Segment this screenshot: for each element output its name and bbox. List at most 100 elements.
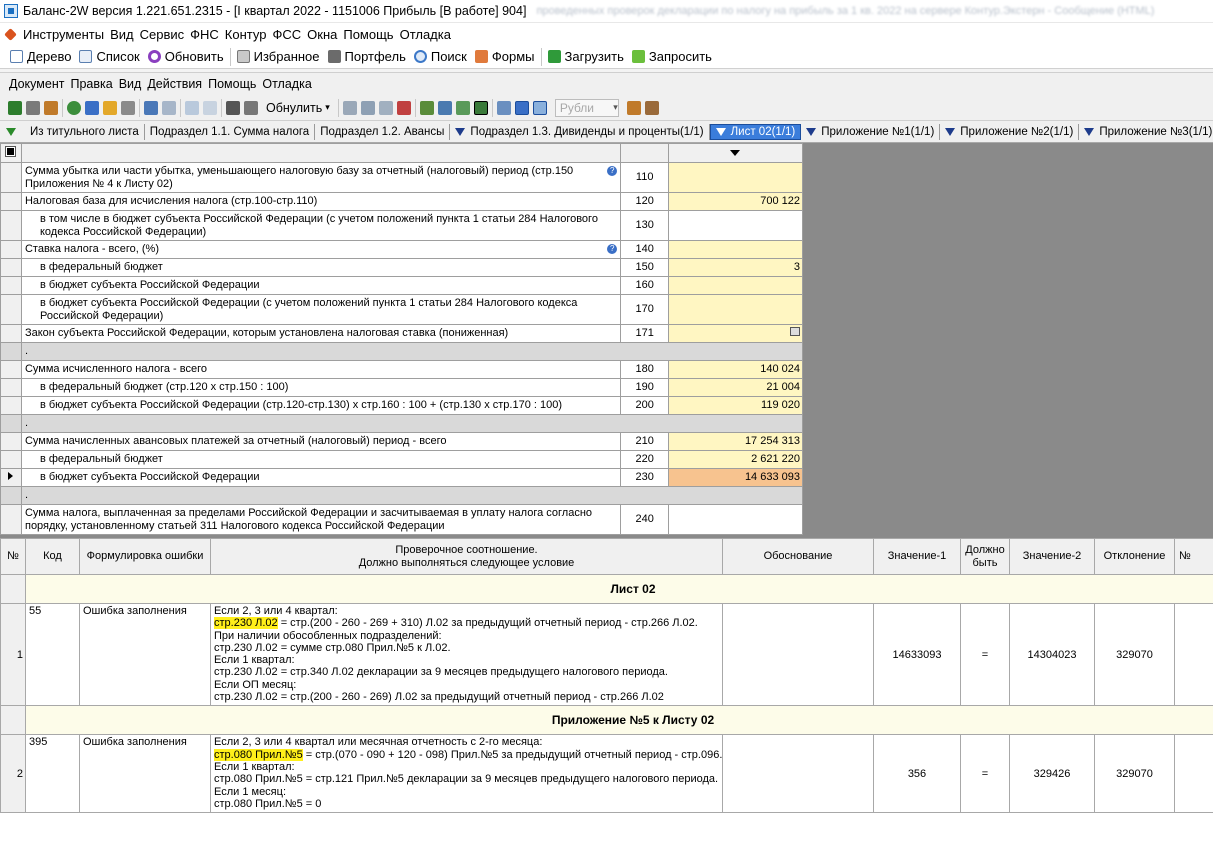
col-value-2[interactable]: Значение-2 [1009,538,1095,575]
col-error-text[interactable]: Формулировка ошибки [79,538,211,575]
row-value-field[interactable] [668,276,803,295]
row-header[interactable] [0,504,22,535]
undo-icon[interactable] [144,100,158,115]
row-value-field[interactable]: 700 122 [668,192,803,211]
filter-toggle[interactable] [0,127,25,136]
list-button[interactable]: Список [75,46,143,68]
validate-icon[interactable] [532,100,547,115]
row-header[interactable] [0,240,22,259]
row-header[interactable] [0,468,22,487]
tab-subsection-1-2[interactable]: Подраздел 1.2. Авансы [315,123,451,140]
tab-subsection-1-1[interactable]: Подраздел 1.1. Сумма налога [145,123,316,140]
row-value-field[interactable]: 119 020 [668,396,803,415]
row-value-field[interactable] [668,324,803,343]
portfolio-button[interactable]: Портфель [324,46,410,68]
tab-appendix-3[interactable]: Приложение №3(1/1) [1079,124,1213,140]
menu-tools[interactable]: Инструменты [20,27,107,42]
link-icon[interactable] [103,100,117,115]
menu-actions[interactable]: Действия [144,77,205,91]
find-next-icon[interactable] [244,100,258,115]
row-header[interactable] [0,396,22,415]
export-icon[interactable] [44,100,58,115]
filter-icon[interactable] [455,100,470,115]
print-icon[interactable] [26,100,40,115]
currency-select[interactable]: Рубли ▾ [554,98,619,117]
col-must-be[interactable]: Должно быть [960,538,1010,575]
menu-doc-help[interactable]: Помощь [205,77,259,91]
structure-icon[interactable] [437,100,452,115]
row-value-field[interactable] [668,294,803,325]
row-header[interactable] [0,258,22,277]
row-header[interactable] [0,276,22,295]
columns-icon[interactable] [514,100,529,115]
row-value-field[interactable]: 17 254 313 [668,432,803,451]
delete-row-icon[interactable] [360,100,375,115]
find-icon[interactable] [226,100,240,115]
insert-row-icon[interactable] [342,100,357,115]
delete-page-icon[interactable] [396,100,411,115]
menu-document[interactable]: Документ [6,77,67,91]
row-value-field[interactable]: 21 004 [668,378,803,397]
menu-doc-debug[interactable]: Отладка [259,77,314,91]
copy-icon[interactable] [185,100,199,115]
row-header[interactable] [0,210,22,241]
check-icon[interactable] [67,100,81,115]
upload-button[interactable]: Загрузить [544,46,628,68]
row-header[interactable] [0,360,22,379]
row-header[interactable] [0,705,26,736]
row-header[interactable] [0,162,22,193]
tab-title-sheet[interactable]: Из титульного листа [25,123,145,140]
menu-fss[interactable]: ФСС [269,27,304,42]
row-value-field[interactable] [668,162,803,193]
tab-appendix-1[interactable]: Приложение №1(1/1) [801,123,941,140]
menu-fns[interactable]: ФНС [187,27,222,42]
row-value-field[interactable] [668,240,803,259]
calc-form-icon[interactable] [419,100,434,115]
column-sort-header[interactable] [668,143,803,163]
row-header[interactable] [0,432,22,451]
settings-icon[interactable] [85,100,99,115]
tab-subsection-1-3[interactable]: Подраздел 1.3. Дивиденды и проценты(1/1) [450,123,710,140]
row-header[interactable] [0,450,22,469]
row-value-field[interactable] [668,504,803,535]
row-header[interactable] [0,486,22,505]
row-value-field[interactable]: 2 621 220 [668,450,803,469]
row-header[interactable] [0,378,22,397]
tree-button[interactable]: Дерево [6,46,75,68]
menu-service[interactable]: Сервис [137,27,188,42]
menu-kontur[interactable]: Контур [222,27,270,42]
menu-debug[interactable]: Отладка [397,27,454,42]
row-header[interactable] [0,324,22,343]
col-deviation[interactable]: Отклонение [1094,538,1175,575]
help-icon[interactable]: ? [607,165,618,176]
expand-icon[interactable] [496,100,511,115]
col-code[interactable]: Код [25,538,80,575]
tab-sheet-02[interactable]: Лист 02(1/1) [709,123,802,140]
picker-icon[interactable] [790,327,800,336]
send-icon[interactable] [644,100,659,115]
favorites-button[interactable]: Избранное [233,46,324,68]
menu-doc-view[interactable]: Вид [116,77,145,91]
row-header[interactable] [0,414,22,433]
help-icon[interactable]: ? [607,244,618,254]
paste-icon[interactable] [203,100,217,115]
search-button[interactable]: Поиск [410,46,471,68]
row-value-field[interactable]: 14 633 093 [668,468,803,487]
menu-edit[interactable]: Правка [67,77,115,91]
row-value-field[interactable]: 140 024 [668,360,803,379]
col-value-1[interactable]: Значение-1 [873,538,961,575]
forms-button[interactable]: Формы [471,46,539,68]
refresh-button[interactable]: Обновить [144,46,228,68]
col-number[interactable]: № [0,538,26,575]
sign-icon[interactable] [626,100,641,115]
row-header[interactable] [0,574,26,604]
tab-appendix-2[interactable]: Приложение №2(1/1) [940,123,1080,140]
menu-view[interactable]: Вид [107,27,137,42]
save-icon[interactable] [8,100,22,115]
row-value-field[interactable] [668,210,803,241]
row-header[interactable] [0,294,22,325]
menu-help[interactable]: Помощь [340,27,396,42]
insert-page-icon[interactable] [378,100,393,115]
col-reason[interactable]: Обоснование [722,538,874,575]
request-button[interactable]: Запросить [628,46,716,68]
